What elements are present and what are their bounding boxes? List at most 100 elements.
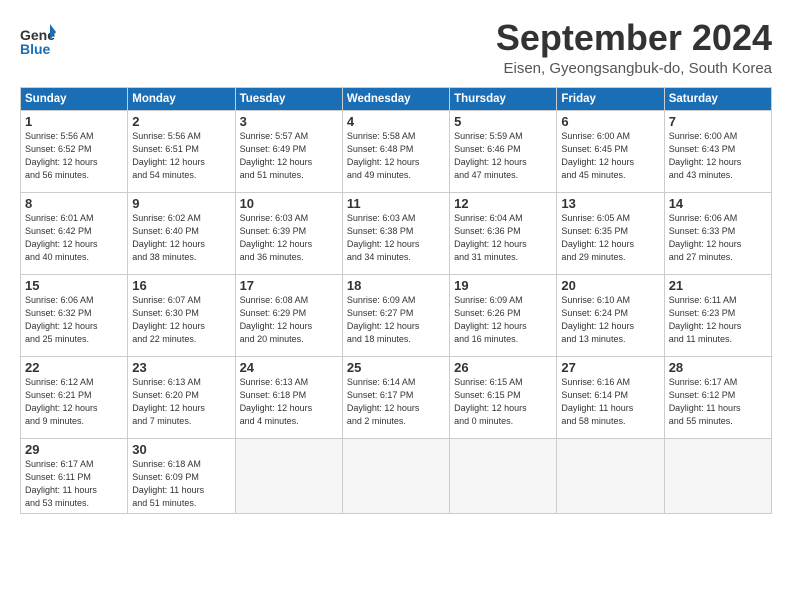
svg-text:Blue: Blue — [20, 41, 51, 57]
table-row: 27Sunrise: 6:16 AM Sunset: 6:14 PM Dayli… — [557, 356, 664, 438]
day-info: Sunrise: 6:00 AM Sunset: 6:43 PM Dayligh… — [669, 130, 767, 182]
day-number: 15 — [25, 278, 123, 293]
col-monday: Monday — [128, 87, 235, 110]
day-number: 5 — [454, 114, 552, 129]
day-info: Sunrise: 6:06 AM Sunset: 6:33 PM Dayligh… — [669, 212, 767, 264]
table-row: 28Sunrise: 6:17 AM Sunset: 6:12 PM Dayli… — [664, 356, 771, 438]
day-number: 23 — [132, 360, 230, 375]
table-row — [342, 438, 449, 513]
day-info: Sunrise: 6:02 AM Sunset: 6:40 PM Dayligh… — [132, 212, 230, 264]
day-info: Sunrise: 6:04 AM Sunset: 6:36 PM Dayligh… — [454, 212, 552, 264]
table-row — [664, 438, 771, 513]
day-number: 17 — [240, 278, 338, 293]
col-saturday: Saturday — [664, 87, 771, 110]
table-row: 3Sunrise: 5:57 AM Sunset: 6:49 PM Daylig… — [235, 110, 342, 192]
table-row: 1Sunrise: 5:56 AM Sunset: 6:52 PM Daylig… — [21, 110, 128, 192]
col-sunday: Sunday — [21, 87, 128, 110]
table-row: 25Sunrise: 6:14 AM Sunset: 6:17 PM Dayli… — [342, 356, 449, 438]
day-number: 22 — [25, 360, 123, 375]
day-info: Sunrise: 6:15 AM Sunset: 6:15 PM Dayligh… — [454, 376, 552, 428]
day-number: 4 — [347, 114, 445, 129]
table-row: 2Sunrise: 5:56 AM Sunset: 6:51 PM Daylig… — [128, 110, 235, 192]
day-info: Sunrise: 6:03 AM Sunset: 6:39 PM Dayligh… — [240, 212, 338, 264]
title-block: September 2024 Eisen, Gyeongsangbuk-do, … — [496, 18, 772, 77]
day-number: 28 — [669, 360, 767, 375]
table-row: 18Sunrise: 6:09 AM Sunset: 6:27 PM Dayli… — [342, 274, 449, 356]
page: General Blue September 2024 Eisen, Gyeon… — [0, 0, 792, 612]
table-row: 23Sunrise: 6:13 AM Sunset: 6:20 PM Dayli… — [128, 356, 235, 438]
day-number: 8 — [25, 196, 123, 211]
table-row: 10Sunrise: 6:03 AM Sunset: 6:39 PM Dayli… — [235, 192, 342, 274]
day-number: 19 — [454, 278, 552, 293]
day-info: Sunrise: 6:08 AM Sunset: 6:29 PM Dayligh… — [240, 294, 338, 346]
table-row: 15Sunrise: 6:06 AM Sunset: 6:32 PM Dayli… — [21, 274, 128, 356]
day-number: 16 — [132, 278, 230, 293]
day-info: Sunrise: 6:00 AM Sunset: 6:45 PM Dayligh… — [561, 130, 659, 182]
day-info: Sunrise: 6:01 AM Sunset: 6:42 PM Dayligh… — [25, 212, 123, 264]
day-number: 26 — [454, 360, 552, 375]
day-info: Sunrise: 5:59 AM Sunset: 6:46 PM Dayligh… — [454, 130, 552, 182]
table-row — [235, 438, 342, 513]
table-row: 22Sunrise: 6:12 AM Sunset: 6:21 PM Dayli… — [21, 356, 128, 438]
table-row: 5Sunrise: 5:59 AM Sunset: 6:46 PM Daylig… — [450, 110, 557, 192]
table-row: 30Sunrise: 6:18 AM Sunset: 6:09 PM Dayli… — [128, 438, 235, 513]
table-row: 24Sunrise: 6:13 AM Sunset: 6:18 PM Dayli… — [235, 356, 342, 438]
day-info: Sunrise: 6:03 AM Sunset: 6:38 PM Dayligh… — [347, 212, 445, 264]
month-title: September 2024 — [496, 18, 772, 58]
day-number: 14 — [669, 196, 767, 211]
day-info: Sunrise: 6:09 AM Sunset: 6:27 PM Dayligh… — [347, 294, 445, 346]
day-info: Sunrise: 5:57 AM Sunset: 6:49 PM Dayligh… — [240, 130, 338, 182]
col-tuesday: Tuesday — [235, 87, 342, 110]
day-info: Sunrise: 6:17 AM Sunset: 6:11 PM Dayligh… — [25, 458, 123, 510]
day-info: Sunrise: 6:07 AM Sunset: 6:30 PM Dayligh… — [132, 294, 230, 346]
header: General Blue September 2024 Eisen, Gyeon… — [20, 18, 772, 77]
day-number: 1 — [25, 114, 123, 129]
day-number: 7 — [669, 114, 767, 129]
table-row — [557, 438, 664, 513]
day-number: 24 — [240, 360, 338, 375]
day-number: 11 — [347, 196, 445, 211]
table-row: 26Sunrise: 6:15 AM Sunset: 6:15 PM Dayli… — [450, 356, 557, 438]
table-row: 4Sunrise: 5:58 AM Sunset: 6:48 PM Daylig… — [342, 110, 449, 192]
table-row: 6Sunrise: 6:00 AM Sunset: 6:45 PM Daylig… — [557, 110, 664, 192]
table-row — [450, 438, 557, 513]
day-info: Sunrise: 6:17 AM Sunset: 6:12 PM Dayligh… — [669, 376, 767, 428]
table-row: 7Sunrise: 6:00 AM Sunset: 6:43 PM Daylig… — [664, 110, 771, 192]
table-row: 8Sunrise: 6:01 AM Sunset: 6:42 PM Daylig… — [21, 192, 128, 274]
day-number: 6 — [561, 114, 659, 129]
day-info: Sunrise: 6:10 AM Sunset: 6:24 PM Dayligh… — [561, 294, 659, 346]
day-info: Sunrise: 6:09 AM Sunset: 6:26 PM Dayligh… — [454, 294, 552, 346]
day-info: Sunrise: 6:05 AM Sunset: 6:35 PM Dayligh… — [561, 212, 659, 264]
day-info: Sunrise: 5:56 AM Sunset: 6:51 PM Dayligh… — [132, 130, 230, 182]
table-row: 14Sunrise: 6:06 AM Sunset: 6:33 PM Dayli… — [664, 192, 771, 274]
col-wednesday: Wednesday — [342, 87, 449, 110]
day-number: 10 — [240, 196, 338, 211]
table-row: 17Sunrise: 6:08 AM Sunset: 6:29 PM Dayli… — [235, 274, 342, 356]
day-number: 18 — [347, 278, 445, 293]
table-row: 19Sunrise: 6:09 AM Sunset: 6:26 PM Dayli… — [450, 274, 557, 356]
logo: General Blue — [20, 22, 56, 67]
day-number: 12 — [454, 196, 552, 211]
day-info: Sunrise: 6:12 AM Sunset: 6:21 PM Dayligh… — [25, 376, 123, 428]
day-info: Sunrise: 5:56 AM Sunset: 6:52 PM Dayligh… — [25, 130, 123, 182]
calendar-table: Sunday Monday Tuesday Wednesday Thursday… — [20, 87, 772, 514]
table-row: 16Sunrise: 6:07 AM Sunset: 6:30 PM Dayli… — [128, 274, 235, 356]
subtitle: Eisen, Gyeongsangbuk-do, South Korea — [496, 60, 772, 77]
day-number: 20 — [561, 278, 659, 293]
day-info: Sunrise: 6:11 AM Sunset: 6:23 PM Dayligh… — [669, 294, 767, 346]
day-number: 13 — [561, 196, 659, 211]
table-row: 29Sunrise: 6:17 AM Sunset: 6:11 PM Dayli… — [21, 438, 128, 513]
col-thursday: Thursday — [450, 87, 557, 110]
day-number: 9 — [132, 196, 230, 211]
day-info: Sunrise: 6:16 AM Sunset: 6:14 PM Dayligh… — [561, 376, 659, 428]
day-number: 2 — [132, 114, 230, 129]
day-number: 29 — [25, 442, 123, 457]
header-row: Sunday Monday Tuesday Wednesday Thursday… — [21, 87, 772, 110]
table-row: 20Sunrise: 6:10 AM Sunset: 6:24 PM Dayli… — [557, 274, 664, 356]
day-info: Sunrise: 6:06 AM Sunset: 6:32 PM Dayligh… — [25, 294, 123, 346]
logo-icon: General Blue — [20, 22, 56, 62]
day-number: 3 — [240, 114, 338, 129]
day-info: Sunrise: 6:13 AM Sunset: 6:20 PM Dayligh… — [132, 376, 230, 428]
table-row: 11Sunrise: 6:03 AM Sunset: 6:38 PM Dayli… — [342, 192, 449, 274]
day-info: Sunrise: 5:58 AM Sunset: 6:48 PM Dayligh… — [347, 130, 445, 182]
